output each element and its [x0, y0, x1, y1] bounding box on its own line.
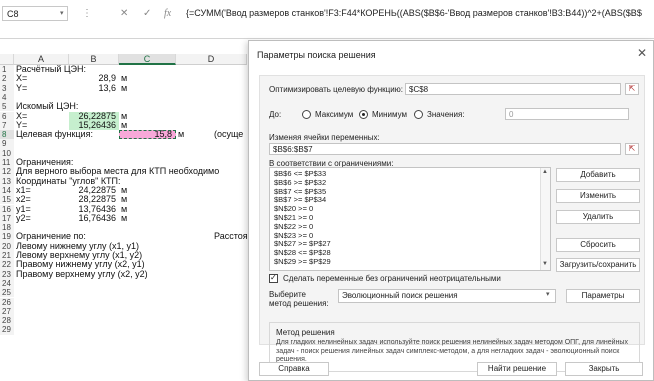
method-label-2: метод решения: — [269, 299, 329, 308]
changing-cells-input[interactable]: $B$6:$B$7 — [269, 143, 621, 155]
load-save-button[interactable]: Загрузить/сохранить — [556, 258, 640, 272]
cell-c3[interactable]: м — [121, 83, 127, 93]
constraints-list[interactable]: $B$6 <= $P$33 $B$6 >= $P$32 $B$7 <= $P$3… — [269, 167, 551, 271]
radio-value[interactable] — [414, 110, 423, 119]
cell-c7[interactable]: м — [121, 120, 127, 130]
radio-value-label[interactable]: Значения: — [427, 110, 465, 119]
cell-a8[interactable]: Целевая функция: — [16, 129, 93, 139]
row-header[interactable]: 21 — [0, 251, 14, 261]
cell-a17[interactable]: y2= — [16, 213, 31, 223]
change-button[interactable]: Изменить — [556, 189, 640, 203]
formula-bar: C8 ▾ ⋮ ✕ ✓ fx {=СУММ('Ввод размеров стан… — [0, 0, 654, 39]
more-icon: ⋮ — [82, 8, 92, 19]
row-header[interactable]: 15 — [0, 195, 14, 205]
cell-c8-objective[interactable]: 15,8 — [119, 129, 176, 140]
nonnegative-label[interactable]: Сделать переменные без ограничений неотр… — [283, 274, 501, 283]
chevron-down-icon[interactable]: ▾ — [546, 290, 550, 298]
add-button[interactable]: Добавить — [556, 168, 640, 182]
cell-a3[interactable]: Y= — [16, 83, 27, 93]
formula-input[interactable]: {=СУММ('Ввод размеров станков'!F3:F44*КО… — [186, 6, 654, 21]
objective-label: Оптимизировать целевую функцию: — [269, 85, 403, 94]
solver-dialog: Параметры поиска решения ✕ Оптимизироват… — [248, 40, 654, 381]
objective-input[interactable]: $C$8 — [405, 83, 621, 95]
row-header[interactable]: 24 — [0, 278, 14, 289]
row-header[interactable]: 29 — [0, 325, 14, 335]
row-header[interactable]: 5 — [0, 102, 14, 112]
close-button[interactable]: Закрыть — [565, 362, 643, 376]
method-select[interactable]: Эволюционный поиск решения — [338, 289, 556, 303]
to-label: До: — [269, 110, 282, 119]
value-input[interactable]: 0 — [505, 108, 629, 120]
cell-b3[interactable]: 13,6 — [69, 83, 116, 93]
dialog-title: Параметры поиска решения — [257, 50, 376, 60]
reset-button[interactable]: Сбросить — [556, 238, 640, 252]
select-all-corner[interactable] — [0, 54, 14, 65]
row-header[interactable]: 18 — [0, 223, 14, 233]
row-header[interactable]: 2 — [0, 74, 14, 84]
row-header[interactable]: 4 — [0, 92, 14, 103]
radio-min[interactable] — [359, 110, 368, 119]
name-box[interactable]: C8 — [2, 6, 68, 21]
range-select-icon[interactable]: ⇱ — [625, 143, 639, 155]
check-icon[interactable]: ✓ — [143, 6, 151, 21]
constraints-scrollbar[interactable]: ▲ ▼ — [540, 168, 550, 270]
scroll-up-icon[interactable]: ▲ — [542, 169, 548, 175]
description-title: Метод решения — [276, 328, 335, 337]
dialog-footer: Справка Найти решение Закрыть — [249, 357, 653, 381]
row-header[interactable]: 11 — [0, 158, 14, 168]
cell-b17[interactable]: 16,76436 — [69, 213, 116, 223]
cross-icon[interactable]: ✕ — [120, 6, 128, 21]
method-label: Выберите — [269, 290, 306, 299]
row-header[interactable]: 9 — [0, 139, 14, 149]
row-header[interactable]: 27 — [0, 306, 14, 317]
cell-d8-unit[interactable]: м — [178, 129, 184, 139]
nonnegative-checkbox[interactable] — [269, 273, 278, 283]
row-header[interactable]: 17 — [0, 213, 14, 224]
row-header[interactable]: 16 — [0, 204, 14, 214]
cell-e8[interactable]: (осуще — [214, 129, 243, 139]
row-header[interactable]: 13 — [0, 176, 14, 186]
delete-button[interactable]: Удалить — [556, 210, 640, 224]
row-header[interactable]: 1 — [0, 65, 14, 75]
cell-a23[interactable]: Правому верхнему углу (x2, y2) — [16, 269, 148, 279]
row-header[interactable]: 22 — [0, 260, 14, 270]
parameters-button[interactable]: Параметры — [566, 289, 640, 303]
spreadsheet-grid: A B C D 1 2 3 4 5 6 7 8 9 10 11 12 13 14… — [0, 54, 248, 381]
row-header[interactable]: 26 — [0, 297, 14, 307]
row-header[interactable]: 3 — [0, 83, 14, 93]
row-header[interactable]: 12 — [0, 167, 14, 177]
row-header[interactable]: 7 — [0, 120, 14, 131]
range-select-icon[interactable]: ⇱ — [625, 83, 639, 95]
row-header[interactable]: 20 — [0, 241, 14, 251]
close-icon[interactable]: ✕ — [637, 46, 647, 60]
row-header[interactable]: 19 — [0, 232, 14, 242]
row-header[interactable]: 23 — [0, 269, 14, 279]
function-icon[interactable]: fx — [164, 6, 171, 21]
chevron-down-icon[interactable]: ▾ — [60, 6, 64, 21]
cell-d19[interactable]: Расстоя — [214, 232, 248, 242]
column-header-c[interactable]: C — [119, 54, 176, 65]
radio-max[interactable] — [302, 110, 311, 119]
row-header[interactable]: 6 — [0, 111, 14, 121]
row-header[interactable]: 8 — [0, 130, 14, 140]
constraint-item[interactable]: $N$29 >= $P$29 — [274, 257, 331, 267]
row-header[interactable]: 14 — [0, 185, 14, 196]
solve-button[interactable]: Найти решение — [477, 362, 557, 376]
help-button[interactable]: Справка — [259, 362, 329, 376]
row-header[interactable]: 25 — [0, 288, 14, 298]
row-header[interactable]: 28 — [0, 316, 14, 326]
row-header[interactable]: 10 — [0, 148, 14, 158]
cell-c17[interactable]: м — [121, 213, 127, 223]
radio-min-label[interactable]: Минимум — [372, 110, 407, 119]
radio-max-label[interactable]: Максимум — [315, 110, 353, 119]
changing-cells-label: Изменяя ячейки переменных: — [269, 133, 380, 142]
dialog-body: Оптимизировать целевую функцию: $C$8 ⇱ Д… — [259, 75, 645, 372]
column-header-d[interactable]: D — [176, 54, 247, 65]
scroll-down-icon[interactable]: ▼ — [542, 261, 548, 267]
